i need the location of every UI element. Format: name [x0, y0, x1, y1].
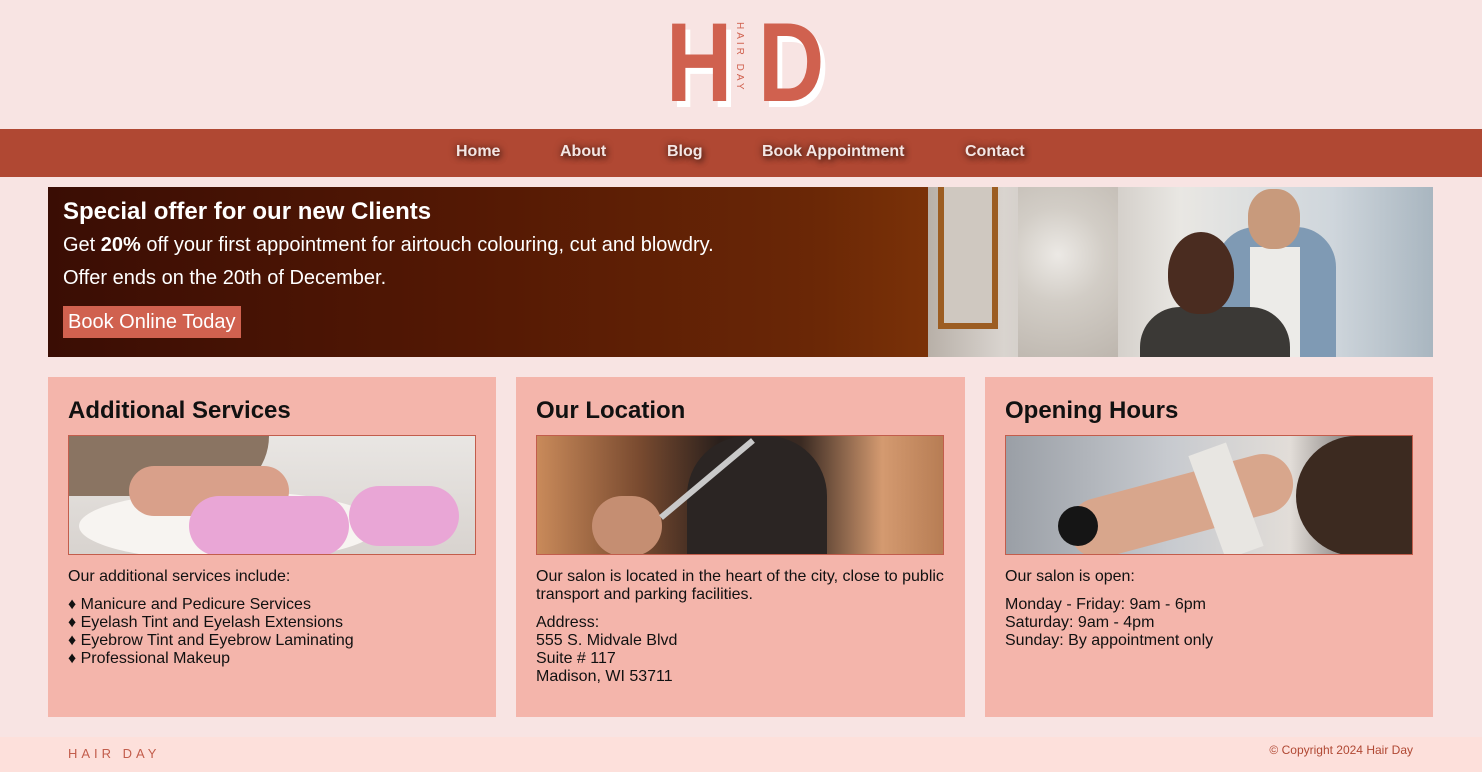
book-online-button[interactable]: Book Online Today — [63, 306, 241, 338]
logo-letter-h: H — [666, 0, 733, 125]
logo-vertical-text: HAIR DAY — [734, 22, 745, 93]
list-item: Sunday: By appointment only — [1005, 632, 1214, 649]
nav-about[interactable]: About — [560, 143, 606, 161]
list-item: Saturday: 9am - 4pm — [1005, 614, 1155, 631]
card-title: Opening Hours — [1005, 397, 1179, 424]
card-body: Our salon is located in the heart of the… — [536, 568, 948, 686]
list-item: ♦ Manicure and Pedicure Services — [68, 596, 311, 613]
card-title: Additional Services — [68, 397, 291, 424]
hair-comb-photo — [1005, 435, 1413, 555]
card-body: Our salon is open: Monday - Friday: 9am … — [1005, 568, 1417, 650]
list-item: Address: — [536, 614, 600, 631]
list-item: ♦ Professional Makeup — [68, 650, 231, 667]
card-opening-hours: Opening Hours Our salon is open: Monday … — [985, 377, 1433, 717]
hero-offer-line: Get 20% off your first appointment for a… — [63, 234, 714, 257]
list-item: Monday - Friday: 9am - 6pm — [1005, 596, 1206, 613]
card-intro: Our salon is located in the heart of the… — [536, 568, 944, 603]
hero-offer-end-date: Offer ends on the 20th of December. — [63, 267, 387, 289]
hero-photo-wall — [1018, 187, 1118, 357]
manicure-photo-glove — [189, 496, 349, 554]
address-block: Address: 555 S. Midvale Blvd Suite # 117… — [536, 614, 948, 686]
main-nav: Home About Blog Book Appointment Contact — [0, 129, 1482, 177]
hero-photo-mirror — [938, 187, 998, 329]
list-item: Madison, WI 53711 — [536, 668, 673, 685]
hair-comb-photo-head — [1296, 436, 1412, 554]
site-footer: HAIR DAY © Copyright 2024 Hair Day — [0, 737, 1482, 772]
hero-photo-barber-head — [1248, 189, 1300, 249]
footer-copyright: © Copyright 2024 Hair Day — [1269, 743, 1413, 757]
list-item: ♦ Eyelash Tint and Eyelash Extensions — [68, 614, 343, 631]
list-item: 555 S. Midvale Blvd — [536, 632, 678, 649]
card-title: Our Location — [536, 397, 686, 424]
hero-offer-suffix: off your first appointment for airtouch … — [140, 234, 714, 256]
card-intro: Our additional services include: — [68, 568, 291, 585]
nav-home[interactable]: Home — [456, 143, 500, 161]
hair-comb-photo-arm — [1062, 447, 1300, 554]
card-additional-services: Additional Services Our additional servi… — [48, 377, 496, 717]
card-intro: Our salon is open: — [1005, 568, 1135, 585]
site-header: H HAIR DAY D — [0, 0, 1482, 129]
services-list: ♦ Manicure and Pedicure Services ♦ Eyela… — [68, 596, 480, 668]
list-item: ♦ Eyebrow Tint and Eyebrow Laminating — [68, 632, 354, 649]
hair-comb-photo-bracelet — [1058, 506, 1098, 546]
special-offer-banner: Special offer for our new Clients Get 20… — [48, 187, 1433, 357]
hair-day-logo[interactable]: H HAIR DAY D — [666, 0, 824, 125]
haircut-photo-hand — [592, 496, 662, 554]
hero-photo-client-head — [1168, 232, 1234, 314]
haircut-photo-person — [687, 436, 827, 554]
card-body: Our additional services include: ♦ Manic… — [68, 568, 480, 668]
hours-list: Monday - Friday: 9am - 6pm Saturday: 9am… — [1005, 596, 1417, 650]
logo-letter-d: D — [758, 0, 825, 125]
hero-title: Special offer for our new Clients — [63, 198, 432, 225]
nav-contact[interactable]: Contact — [965, 143, 1025, 161]
hero-photo-client — [1140, 307, 1290, 357]
card-our-location: Our Location Our salon is located in the… — [516, 377, 965, 717]
hero-salon-photo — [928, 187, 1433, 357]
manicure-photo-glove-right — [349, 486, 459, 546]
list-item: Suite # 117 — [536, 650, 616, 667]
hero-offer-discount: 20% — [100, 234, 141, 256]
haircut-scissors-photo — [536, 435, 944, 555]
manicure-photo — [68, 435, 476, 555]
nav-blog[interactable]: Blog — [667, 143, 703, 161]
nav-book-appointment[interactable]: Book Appointment — [762, 143, 905, 161]
footer-brand: HAIR DAY — [68, 746, 161, 761]
hero-offer-prefix: Get — [63, 234, 101, 256]
